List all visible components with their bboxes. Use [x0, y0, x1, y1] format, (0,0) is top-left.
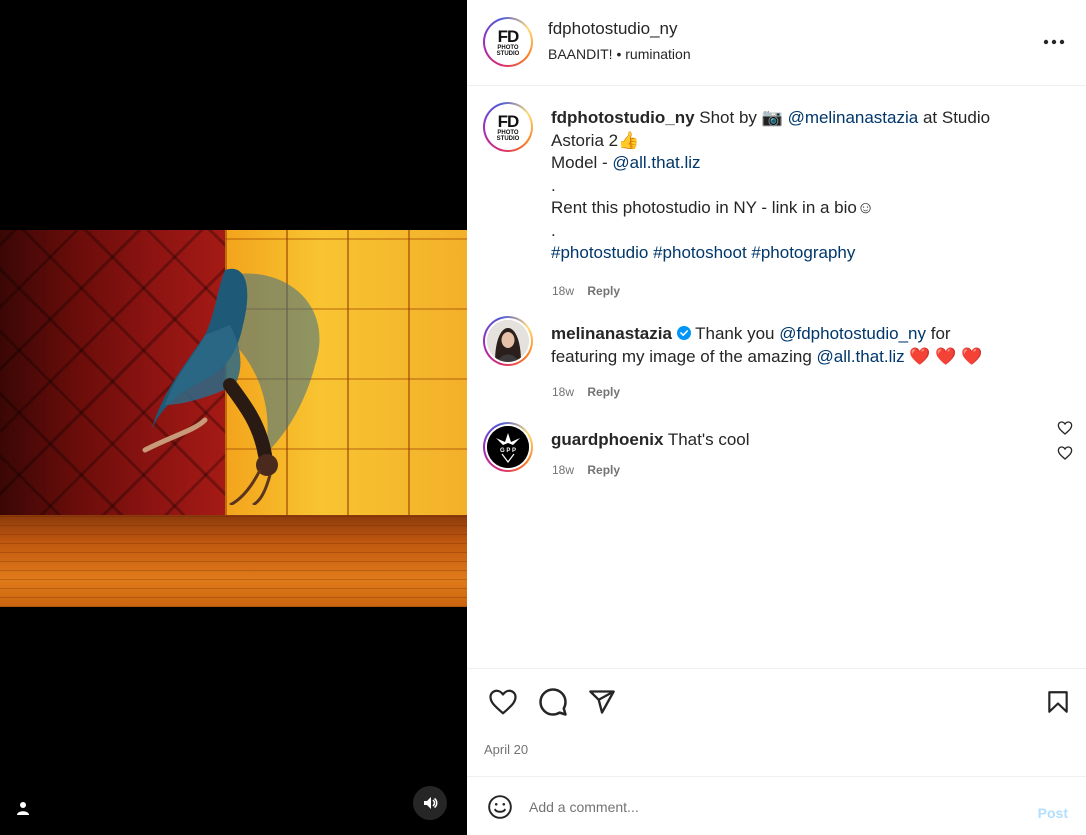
- comment-meta: 18w Reply: [552, 385, 620, 399]
- verified-badge-icon: [676, 326, 691, 340]
- smiley-icon[interactable]: [487, 794, 515, 822]
- mention-model[interactable]: @all.that.liz: [817, 347, 905, 366]
- guardphoenix-logo-icon: G P P: [487, 426, 529, 468]
- author-username[interactable]: fdphotostudio_ny: [548, 19, 678, 39]
- fd-photo-studio-logo: FD PHOTO STUDIO: [497, 113, 520, 142]
- logo-text-photo: PHOTO: [497, 44, 519, 51]
- caption-age: 18w: [552, 284, 575, 298]
- logo-text-fd: FD: [497, 111, 520, 131]
- comment-username[interactable]: guardphoenix: [551, 430, 663, 449]
- comment-age: 18w: [552, 463, 575, 477]
- comment-like-heart-icon[interactable]: [1057, 420, 1073, 436]
- comment-text-part: Thank you: [695, 324, 775, 343]
- author-avatar[interactable]: FD PHOTO STUDIO: [483, 17, 533, 67]
- comment-icon[interactable]: [538, 687, 568, 717]
- caption-text: fdphotostudio_ny Shot by 📷 @melinanastaz…: [551, 107, 1021, 265]
- comment-text: guardphoenix That's cool: [551, 429, 1021, 452]
- logo-text-studio: STUDIO: [496, 135, 520, 142]
- comment-input[interactable]: [529, 796, 1009, 818]
- reply-button[interactable]: Reply: [587, 284, 620, 298]
- camera-emoji: 📷: [761, 108, 783, 127]
- post-header: FD PHOTO STUDIO fdphotostudio_ny BAANDIT…: [467, 0, 1086, 86]
- photo-floor: [0, 515, 467, 607]
- add-comment-bar: Post: [467, 776, 1086, 835]
- caption-meta: 18w Reply: [552, 284, 620, 298]
- comment-emojis: ❤️ ❤️ ❤️: [909, 346, 983, 366]
- logo-text-photo: PHOTO: [497, 129, 519, 136]
- reply-button[interactable]: Reply: [587, 385, 620, 399]
- caption-rent-text: Rent this photostudio in NY - link in a …: [551, 198, 875, 217]
- guardphoenix-logo-text: G P P: [500, 448, 516, 454]
- caption-shot-by: Shot by: [699, 108, 757, 127]
- photo-dancer: [142, 268, 320, 505]
- more-horizontal-icon[interactable]: [1042, 30, 1066, 54]
- comment-meta: 18w Reply: [552, 463, 620, 477]
- caption-avatar[interactable]: FD PHOTO STUDIO: [483, 102, 533, 152]
- comment-text: melinanastazia Thank you @fdphotostudio_…: [551, 323, 1021, 368]
- person-icon[interactable]: [10, 795, 36, 821]
- post-date[interactable]: April 20: [484, 742, 528, 757]
- logo-text-studio: STUDIO: [496, 50, 520, 57]
- mention-model[interactable]: @all.that.liz: [612, 153, 700, 172]
- audio-track-link[interactable]: BAANDIT! • rumination: [548, 46, 691, 62]
- post-actions-bar: April 20: [467, 668, 1086, 776]
- caption-dot: .: [551, 220, 556, 240]
- post-photo[interactable]: [0, 230, 467, 607]
- reply-button[interactable]: Reply: [587, 463, 620, 477]
- caption-username[interactable]: fdphotostudio_ny: [551, 108, 695, 127]
- post-comment-button[interactable]: Post: [1038, 805, 1068, 821]
- heart-icon[interactable]: [488, 687, 518, 717]
- mention-fdphotostudio[interactable]: @fdphotostudio_ny: [779, 324, 926, 343]
- mention-melinanastazia[interactable]: @melinanastazia: [788, 108, 919, 127]
- portrait-avatar-icon: [487, 320, 529, 362]
- bookmark-icon[interactable]: [1043, 687, 1073, 717]
- comments-list[interactable]: FD PHOTO STUDIO fdphotostudio_ny Shot by…: [467, 87, 1086, 667]
- paper-plane-icon[interactable]: [587, 687, 617, 717]
- comment-like-heart-icon[interactable]: [1057, 445, 1073, 461]
- caption-model-prefix: Model -: [551, 153, 608, 172]
- comment-text-part: That's cool: [667, 430, 750, 449]
- comment-username[interactable]: melinanastazia: [551, 324, 672, 343]
- commenter-avatar[interactable]: G P P: [483, 422, 533, 472]
- caption-hashtags[interactable]: #photostudio #photoshoot #photography: [551, 243, 855, 262]
- fd-photo-studio-logo: FD PHOTO STUDIO: [497, 28, 520, 57]
- post-media[interactable]: [0, 0, 467, 835]
- logo-text-fd: FD: [497, 26, 520, 46]
- post-side-panel: FD PHOTO STUDIO fdphotostudio_ny BAANDIT…: [467, 0, 1086, 835]
- comment-age: 18w: [552, 385, 575, 399]
- commenter-avatar[interactable]: [483, 316, 533, 366]
- caption-dot: .: [551, 175, 556, 195]
- speaker-icon[interactable]: [413, 786, 447, 820]
